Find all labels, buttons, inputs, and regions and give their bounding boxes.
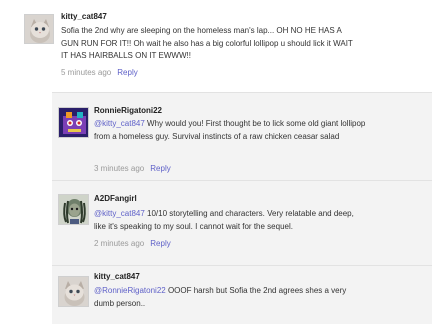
comment-timestamp: 2 minutes ago bbox=[94, 239, 145, 248]
comment-body: Sofia the 2nd why are sleeping on the ho… bbox=[61, 26, 353, 60]
comment-text: @kitty_cat847 Why would you! First thoug… bbox=[94, 118, 366, 143]
reply-item: kitty_cat847 @RonnieRigatoni22 OOOF hars… bbox=[52, 265, 432, 324]
comment-username[interactable]: kitty_cat847 bbox=[61, 12, 107, 21]
comment-item: kitty_cat847 Sofia the 2nd why are sleep… bbox=[0, 0, 432, 92]
character-avatar-icon[interactable] bbox=[58, 194, 89, 225]
reply-item: RonnieRigatoni22 @kitty_cat847 Why would… bbox=[52, 92, 432, 180]
comment-text: @kitty_cat847 10/10 storytelling and cha… bbox=[94, 208, 366, 233]
comment-timestamp: 3 minutes ago bbox=[94, 164, 145, 173]
comment-username[interactable]: kitty_cat847 bbox=[94, 272, 140, 281]
comment-text: Sofia the 2nd why are sleeping on the ho… bbox=[61, 25, 361, 63]
reply-button[interactable]: Reply bbox=[150, 239, 170, 248]
mention-link[interactable]: @kitty_cat847 bbox=[94, 119, 145, 128]
reply-button[interactable]: Reply bbox=[150, 164, 170, 173]
robot-avatar-icon[interactable] bbox=[58, 107, 89, 138]
comment-username[interactable]: RonnieRigatoni22 bbox=[94, 106, 162, 115]
reply-button[interactable]: Reply bbox=[117, 68, 137, 77]
reply-item: A2DFangirl @kitty_cat847 10/10 storytell… bbox=[52, 180, 432, 265]
comment-timestamp: 5 minutes ago bbox=[61, 68, 112, 77]
comment-text: @RonnieRigatoni22 OOOF harsh but Sofia t… bbox=[94, 285, 366, 310]
comment-meta: 3 minutes ago Reply bbox=[94, 164, 171, 173]
mention-link[interactable]: @RonnieRigatoni22 bbox=[94, 286, 166, 295]
cat-avatar-icon[interactable] bbox=[24, 14, 54, 44]
comment-meta: 2 minutes ago Reply bbox=[94, 239, 171, 248]
mention-link[interactable]: @kitty_cat847 bbox=[94, 209, 145, 218]
cat-avatar-icon[interactable] bbox=[58, 276, 89, 307]
comment-username[interactable]: A2DFangirl bbox=[94, 194, 137, 203]
comment-meta: 5 minutes ago Reply bbox=[61, 68, 138, 77]
